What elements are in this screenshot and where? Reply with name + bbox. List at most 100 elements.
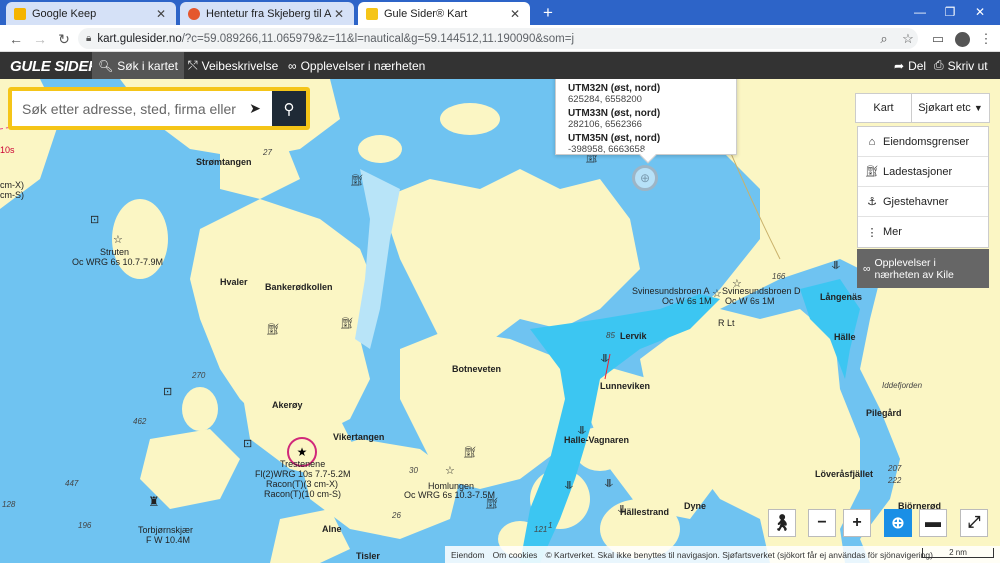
depth-number: 30 bbox=[409, 466, 418, 475]
close-icon[interactable]: ✕ bbox=[332, 7, 346, 21]
buoy-icon[interactable]: ⥥ bbox=[605, 479, 613, 490]
locate-me-button[interactable]: ⊕ bbox=[884, 509, 912, 537]
window-close-button[interactable]: ✕ bbox=[966, 2, 994, 22]
minimize-button[interactable]: — bbox=[906, 2, 934, 22]
map-label: F W 10.4M bbox=[146, 535, 191, 545]
street-view-button[interactable]: 🚶︎ bbox=[768, 509, 796, 537]
new-tab-button[interactable]: + bbox=[539, 4, 557, 22]
close-icon[interactable]: ✕ bbox=[154, 7, 168, 21]
gule-sider-logo[interactable]: GULE SIDER bbox=[10, 58, 99, 75]
nautical-map[interactable]: ⛽︎ ⛽︎ ⛽︎ ⛽︎ ⛽︎ ⛽︎ ⊡ ⊡ ⊡ ☆ ☆ ☆ ☆ ★ ⊕ ♜ ⥥ … bbox=[0, 79, 1000, 563]
ruler-icon: ▬ bbox=[925, 514, 941, 531]
reload-icon[interactable]: ↻ bbox=[54, 29, 74, 49]
map-label: Svinesundsbroen A bbox=[632, 286, 710, 296]
tab-hentetur[interactable]: Hentetur fra Skjeberg til Arendal ✕ bbox=[180, 2, 354, 25]
search-input[interactable] bbox=[12, 91, 238, 126]
harbor-square-icon[interactable]: ⊡ bbox=[163, 387, 172, 398]
map-label: Fl(2)WRG 10s 7.7-5.2M bbox=[255, 469, 351, 479]
back-arrow-icon[interactable]: ← bbox=[6, 29, 26, 49]
profile-avatar[interactable] bbox=[952, 29, 972, 49]
layer-charging-stations[interactable]: ⛽︎ Ladestasjoner bbox=[858, 157, 988, 187]
lighthouse-tower-icon[interactable]: ♜ bbox=[148, 495, 160, 508]
tab-title: Google Keep bbox=[32, 7, 97, 20]
map-type-sjokart[interactable]: Sjøkart etc ▼ bbox=[911, 94, 989, 122]
map-label: Lunneviken bbox=[600, 381, 651, 391]
lighthouse-star-icon[interactable]: ☆ bbox=[712, 289, 722, 300]
map-label: Oc W 6s 1M bbox=[662, 296, 712, 306]
map-label: Torbjørnskjær bbox=[138, 525, 194, 535]
tab-title: Gule Sider® Kart bbox=[384, 7, 468, 20]
map-label: Hälle bbox=[834, 332, 856, 342]
bookmark-star-icon[interactable]: ☆ bbox=[898, 29, 918, 49]
map-label: Hvaler bbox=[220, 277, 248, 287]
maximize-button[interactable]: ❐ bbox=[936, 2, 964, 22]
layer-label: Gjestehavner bbox=[883, 195, 949, 208]
map-type-label: Sjøkart etc bbox=[918, 102, 971, 114]
address-bar[interactable]: 🔒︎ kart.gulesider.no/?c=59.089266,11.065… bbox=[78, 28, 918, 49]
url-path: /?c=59.089266,11.065979&z=11&l=nautical&… bbox=[181, 32, 575, 45]
experiences-nearby-button[interactable]: ∞ Opplevelser i nærheten av Kile bbox=[857, 249, 989, 288]
fuel-station-icon[interactable]: ⛽︎ bbox=[463, 448, 477, 459]
binoculars-icon: ∞ bbox=[863, 262, 871, 275]
zoom-icon[interactable]: ⌕ bbox=[874, 29, 894, 49]
menu-dots-icon[interactable]: ⋮ bbox=[976, 29, 996, 49]
buoy-icon[interactable]: ⥥ bbox=[565, 481, 573, 492]
measure-button[interactable]: ▬ bbox=[919, 509, 947, 537]
search-button[interactable]: ⚲ bbox=[272, 91, 306, 126]
footer-link-cookies[interactable]: Om cookies bbox=[493, 550, 538, 560]
forward-arrow-icon[interactable]: → bbox=[30, 29, 50, 49]
caret-down-icon: ▼ bbox=[973, 103, 983, 113]
map-label: cm-X) bbox=[0, 180, 24, 190]
footer-link-eiendom[interactable]: Eiendom bbox=[451, 550, 485, 560]
nav-directions[interactable]: ⤲ Veibeskrivelse bbox=[182, 52, 284, 79]
map-label: Pilegård bbox=[866, 408, 902, 418]
fuel-station-icon[interactable]: ⛽︎ bbox=[266, 325, 280, 336]
zoom-out-button[interactable]: − bbox=[808, 509, 836, 537]
my-location-arrow-icon[interactable]: ➤ bbox=[238, 91, 272, 126]
more-icon: ⋮ bbox=[866, 226, 878, 239]
depth-number: 207 bbox=[888, 464, 902, 473]
share-arrow-icon: ➦ bbox=[894, 58, 905, 73]
search-icon: ⚲ bbox=[283, 100, 295, 118]
map-label: Trestenene bbox=[280, 459, 326, 469]
depth-number: 85 bbox=[606, 331, 615, 340]
layer-guest-harbors[interactable]: ⚓︎ Gjestehavner bbox=[858, 187, 988, 217]
fullscreen-button[interactable]: ⤢ bbox=[960, 509, 988, 537]
tab-title: Hentetur fra Skjeberg til Arendal bbox=[206, 7, 332, 20]
buoy-icon[interactable]: ⥥ bbox=[601, 354, 609, 365]
tab-google-keep[interactable]: Google Keep ✕ bbox=[6, 2, 176, 25]
coord-label: UTM32N (øst, nord) bbox=[568, 83, 661, 94]
map-label: Halle-Vagnaren bbox=[564, 435, 630, 445]
fuel-station-icon[interactable]: ⛽︎ bbox=[340, 319, 354, 330]
layer-label: Ladestasjoner bbox=[883, 165, 953, 178]
cast-icon[interactable]: ▭ bbox=[928, 29, 948, 49]
layer-property-boundaries[interactable]: ⌂ Eiendomsgrenser bbox=[858, 127, 988, 157]
harbor-square-icon[interactable]: ⊡ bbox=[90, 215, 99, 226]
buoy-icon[interactable]: ⥥ bbox=[832, 261, 840, 272]
share-button[interactable]: ➦ Del bbox=[888, 52, 932, 79]
fuel-station-icon[interactable]: ⛽︎ bbox=[485, 499, 499, 510]
map-label: Strømtangen bbox=[196, 157, 252, 167]
map-type-kart[interactable]: Kart bbox=[856, 94, 911, 122]
harbor-square-icon[interactable]: ⊡ bbox=[243, 439, 252, 450]
zoom-in-button[interactable]: + bbox=[843, 509, 871, 537]
layer-more[interactable]: ⋮ Mer bbox=[858, 217, 988, 247]
google-keep-favicon-icon bbox=[14, 7, 26, 20]
nav-search-map[interactable]: 🔍︎ Søk i kartet bbox=[92, 52, 184, 79]
location-crosshair-icon[interactable]: ⊕ bbox=[632, 165, 658, 191]
close-icon[interactable]: ✕ bbox=[508, 7, 522, 21]
coord-value: 282106, 6562366 bbox=[568, 119, 642, 130]
browser-tab-strip: Google Keep ✕ Hentetur fra Skjeberg til … bbox=[0, 0, 1000, 25]
map-label: Tisler bbox=[356, 551, 380, 561]
fuel-station-icon[interactable]: ⛽︎ bbox=[350, 176, 364, 187]
coord-label: UTM33N (øst, nord) bbox=[568, 108, 661, 119]
depth-number: 26 bbox=[392, 511, 401, 520]
nav-experiences[interactable]: ∞ Opplevelser i nærheten bbox=[282, 52, 431, 79]
print-button[interactable]: ⎙ Skriv ut bbox=[928, 52, 994, 79]
layer-label: Mer bbox=[883, 226, 902, 238]
lighthouse-star-icon[interactable]: ☆ bbox=[113, 235, 123, 246]
lighthouse-star-icon[interactable]: ☆ bbox=[445, 466, 455, 477]
share-label: Del bbox=[908, 58, 927, 73]
search-box: ➤ ⚲ bbox=[8, 87, 310, 130]
tab-gule-sider[interactable]: Gule Sider® Kart ✕ bbox=[358, 2, 530, 25]
